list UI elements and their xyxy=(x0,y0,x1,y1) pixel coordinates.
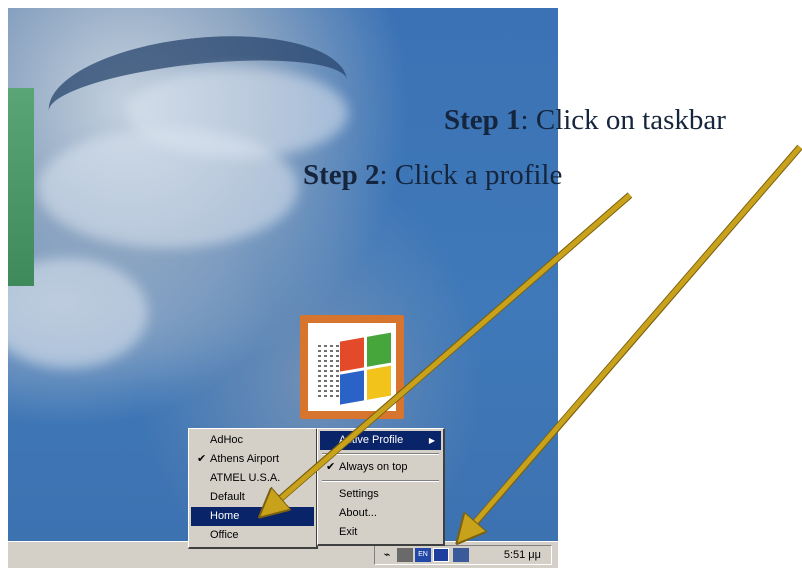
step2-caption: Step 2: Click a profile xyxy=(303,159,563,191)
step1-caption: Step 1: Click on taskbar xyxy=(444,104,726,136)
annotation-arrows xyxy=(0,144,802,567)
